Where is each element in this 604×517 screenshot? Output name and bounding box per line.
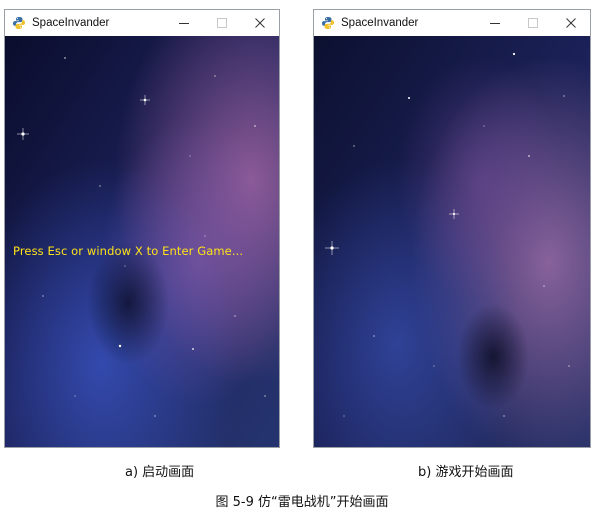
space-background — [5, 36, 279, 447]
titlebar[interactable]: SpaceInvander — [5, 10, 279, 36]
figure-caption: 图 5-9 仿“雷电战机”开始画面 — [215, 495, 389, 510]
game-canvas[interactable]: Press Esc or window X to Enter Game... — [5, 36, 279, 447]
enter-game-prompt: Press Esc or window X to Enter Game... — [13, 244, 244, 258]
window-title: SpaceInvander — [341, 17, 419, 29]
python-icon — [321, 16, 335, 30]
subfigure-caption-a: a) 启动画面 — [125, 465, 195, 480]
window-title: SpaceInvander — [32, 17, 110, 29]
minimize-icon[interactable] — [476, 10, 514, 36]
game-canvas[interactable] — [314, 36, 590, 447]
minimize-icon[interactable] — [165, 10, 203, 36]
titlebar[interactable]: SpaceInvander — [314, 10, 590, 36]
window-game-start: SpaceInvander — [313, 9, 591, 448]
close-icon[interactable] — [552, 10, 590, 36]
window-startup: SpaceInvander Press Esc or window X to E… — [4, 9, 280, 448]
maximize-icon — [514, 10, 552, 36]
subfigure-caption-b: b) 游戏开始画面 — [418, 465, 514, 480]
close-icon[interactable] — [241, 10, 279, 36]
python-icon — [12, 16, 26, 30]
space-background — [314, 36, 590, 447]
maximize-icon — [203, 10, 241, 36]
